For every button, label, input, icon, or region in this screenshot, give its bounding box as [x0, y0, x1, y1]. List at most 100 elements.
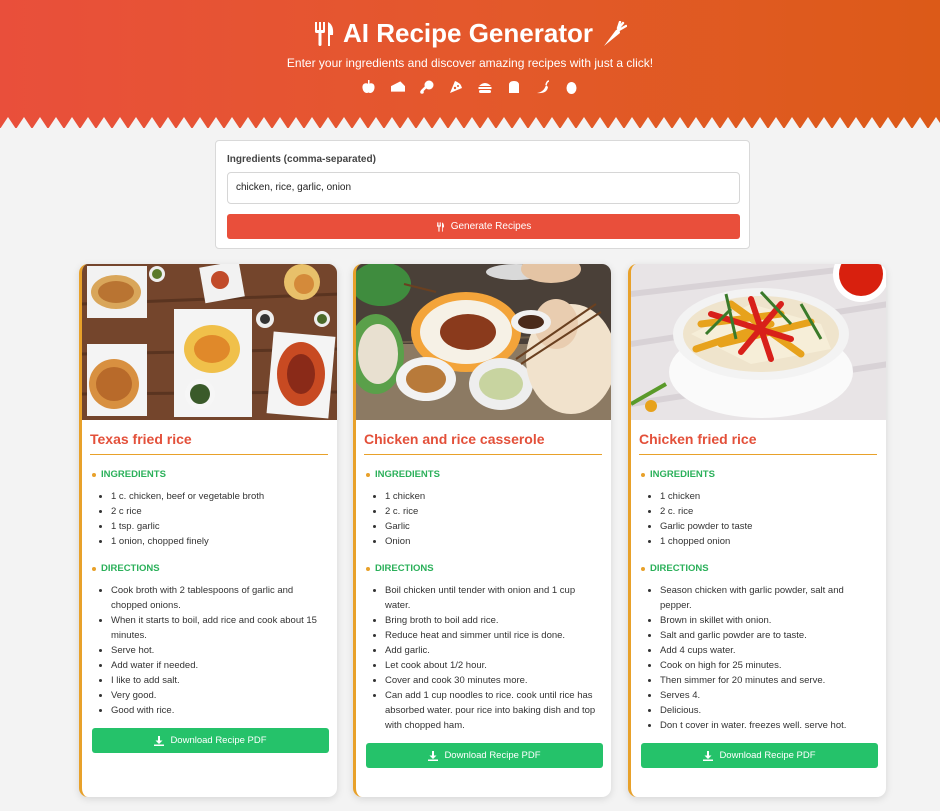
- bullet-dot: [366, 472, 370, 477]
- list-item: 1 chopped onion: [660, 534, 875, 549]
- list-item: Season chicken with garlic powder, salt …: [660, 583, 875, 613]
- list-item: Add water if needed.: [111, 658, 326, 673]
- list-item: Add garlic.: [385, 643, 600, 658]
- list-item: Salt and garlic powder are to taste.: [660, 628, 875, 643]
- directions-list: Season chicken with garlic powder, salt …: [660, 583, 875, 733]
- directions-list: Boil chicken until tender with onion and…: [385, 583, 600, 733]
- list-item: Onion: [385, 534, 600, 549]
- ingredients-heading: INGREDIENTS: [641, 469, 715, 480]
- list-item: Can add 1 cup noodles to rice. cook unti…: [385, 688, 600, 733]
- directions-list: Cook broth with 2 tablespoons of garlic …: [111, 583, 326, 718]
- list-item: Then simmer for 20 minutes and serve.: [660, 673, 875, 688]
- burger-icon: [478, 80, 492, 94]
- apple-icon: [362, 80, 376, 94]
- carrot-icon: [603, 20, 627, 46]
- ingredients-form: Ingredients (comma-separated) chicken, r…: [215, 140, 750, 249]
- recipe-photo: [356, 264, 611, 420]
- download-pdf-button[interactable]: Download Recipe PDF: [366, 743, 603, 768]
- recipe-card: Chicken fried rice INGREDIENTS 1 chicken…: [628, 264, 886, 797]
- app-subtitle: Enter your ingredients and discover amaz…: [286, 56, 654, 70]
- recipe-title: Chicken and rice casserole: [364, 431, 545, 447]
- pepper-icon: [536, 80, 550, 94]
- download-pdf-label: Download Recipe PDF: [719, 750, 816, 761]
- list-item: Brown in skillet with onion.: [660, 613, 875, 628]
- recipe-photo: [631, 264, 886, 420]
- utensils-icon: [315, 21, 334, 46]
- bullet-dot: [366, 566, 370, 571]
- bullet-dot: [92, 472, 96, 477]
- directions-heading: DIRECTIONS: [641, 563, 709, 574]
- bullet-dot: [641, 472, 645, 477]
- list-item: Very good.: [111, 688, 326, 703]
- download-pdf-label: Download Recipe PDF: [444, 750, 541, 761]
- ingredients-heading: INGREDIENTS: [92, 469, 166, 480]
- list-item: Reduce heat and simmer until rice is don…: [385, 628, 600, 643]
- zigzag-divider: [0, 117, 940, 128]
- recipe-card: Texas fried rice INGREDIENTS 1 c. chicke…: [79, 264, 337, 797]
- title-divider: [364, 454, 602, 455]
- ingredients-list: 1 c. chicken, beef or vegetable broth 2 …: [111, 489, 326, 549]
- app-title-text: AI Recipe Generator: [343, 18, 593, 48]
- list-item: 1 onion, chopped finely: [111, 534, 326, 549]
- directions-heading-text: DIRECTIONS: [650, 563, 709, 574]
- list-item: Serve hot.: [111, 643, 326, 658]
- egg-icon: [565, 80, 579, 94]
- directions-heading-text: DIRECTIONS: [101, 563, 160, 574]
- list-item: Serves 4.: [660, 688, 875, 703]
- list-item: Good with rice.: [111, 703, 326, 718]
- list-item: Cook broth with 2 tablespoons of garlic …: [111, 583, 326, 613]
- download-pdf-button[interactable]: Download Recipe PDF: [92, 728, 329, 753]
- list-item: Add 4 cups water.: [660, 643, 875, 658]
- list-item: Garlic powder to taste: [660, 519, 875, 534]
- list-item: 1 tsp. garlic: [111, 519, 326, 534]
- pizza-icon: [449, 80, 463, 94]
- list-item: Garlic: [385, 519, 600, 534]
- bread-icon: [507, 80, 521, 94]
- ingredients-list: 1 chicken 2 c. rice Garlic powder to tas…: [660, 489, 875, 549]
- list-item: 1 chicken: [660, 489, 875, 504]
- ingredients-list: 1 chicken 2 c. rice Garlic Onion: [385, 489, 600, 549]
- list-item: Let cook about 1/2 hour.: [385, 658, 600, 673]
- title-divider: [639, 454, 877, 455]
- list-item: 1 c. chicken, beef or vegetable broth: [111, 489, 326, 504]
- list-item: Cook on high for 25 minutes.: [660, 658, 875, 673]
- app-title: AI Recipe Generator: [0, 18, 940, 49]
- list-item: 1 chicken: [385, 489, 600, 504]
- header: AI Recipe Generator Enter your ingredien…: [0, 0, 940, 128]
- list-item: When it starts to boil, add rice and coo…: [111, 613, 326, 643]
- list-item: 2 c. rice: [660, 504, 875, 519]
- ingredients-heading-text: INGREDIENTS: [101, 469, 166, 480]
- recipe-title: Texas fried rice: [90, 431, 192, 447]
- download-icon: [428, 750, 439, 761]
- list-item: Cover and cook 30 minutes more.: [385, 673, 600, 688]
- bullet-dot: [92, 566, 96, 571]
- bullet-dot: [641, 566, 645, 571]
- download-pdf-label: Download Recipe PDF: [170, 735, 267, 746]
- cheese-icon: [390, 80, 405, 94]
- ingredients-input[interactable]: chicken, rice, garlic, onion: [227, 172, 740, 204]
- list-item: 2 c rice: [111, 504, 326, 519]
- ingredients-heading-text: INGREDIENTS: [375, 469, 440, 480]
- drumstick-icon: [419, 80, 434, 94]
- generate-recipes-label: Generate Recipes: [450, 221, 532, 232]
- download-pdf-button[interactable]: Download Recipe PDF: [641, 743, 878, 768]
- list-item: Delicious.: [660, 703, 875, 718]
- ingredients-heading: INGREDIENTS: [366, 469, 440, 480]
- list-item: Bring broth to boil add rice.: [385, 613, 600, 628]
- recipe-photo: [82, 264, 337, 420]
- title-divider: [90, 454, 328, 455]
- list-item: 2 c. rice: [385, 504, 600, 519]
- recipe-card: Chicken and rice casserole INGREDIENTS 1…: [353, 264, 611, 797]
- directions-heading: DIRECTIONS: [92, 563, 160, 574]
- recipe-title: Chicken fried rice: [639, 431, 757, 447]
- download-icon: [703, 750, 714, 761]
- food-icon-row: [0, 80, 940, 94]
- ingredients-heading-text: INGREDIENTS: [650, 469, 715, 480]
- list-item: I like to add salt.: [111, 673, 326, 688]
- ingredients-label: Ingredients (comma-separated): [227, 154, 376, 165]
- generate-recipes-button[interactable]: Generate Recipes: [227, 214, 740, 239]
- directions-heading: DIRECTIONS: [366, 563, 434, 574]
- utensils-icon: [436, 221, 444, 232]
- download-icon: [154, 735, 165, 746]
- list-item: Boil chicken until tender with onion and…: [385, 583, 600, 613]
